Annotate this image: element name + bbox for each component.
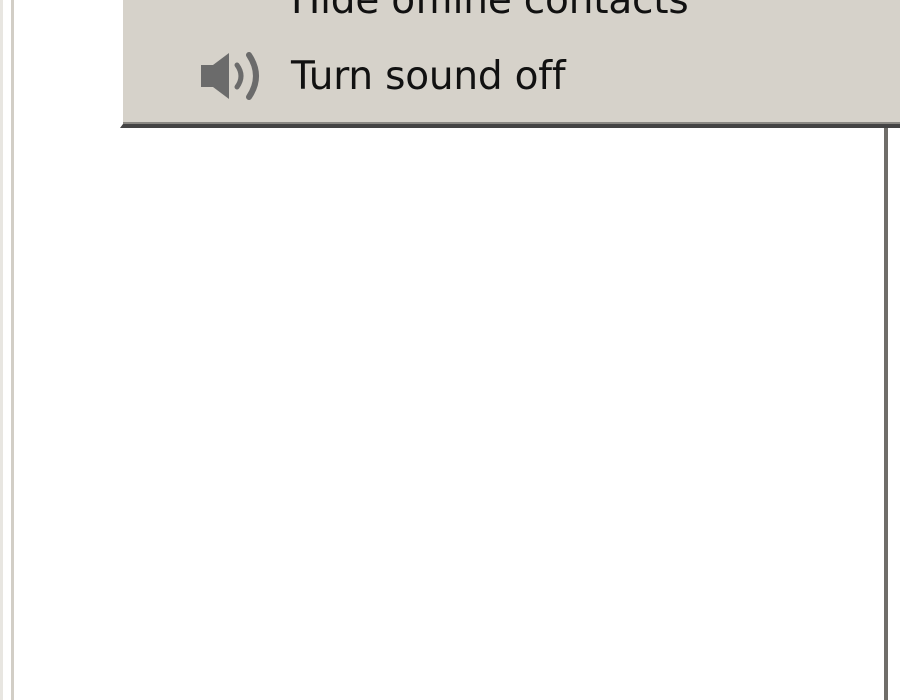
scrollbar-edge[interactable] bbox=[884, 128, 900, 700]
speaker-icon bbox=[195, 41, 271, 111]
options-menu: Hide offline contacts Turn sound off bbox=[120, 0, 900, 128]
menu-item-label: Hide offline contacts bbox=[291, 0, 689, 23]
menu-item-hide-offline-contacts[interactable]: Hide offline contacts bbox=[195, 0, 900, 38]
menu-item-turn-sound-off[interactable]: Turn sound off bbox=[195, 38, 900, 114]
messenger-window: Hide offline contacts Turn sound off bbox=[0, 0, 900, 700]
window-left-border bbox=[0, 0, 14, 700]
contacts-icon bbox=[195, 0, 271, 35]
menu-item-label: Turn sound off bbox=[291, 53, 566, 99]
